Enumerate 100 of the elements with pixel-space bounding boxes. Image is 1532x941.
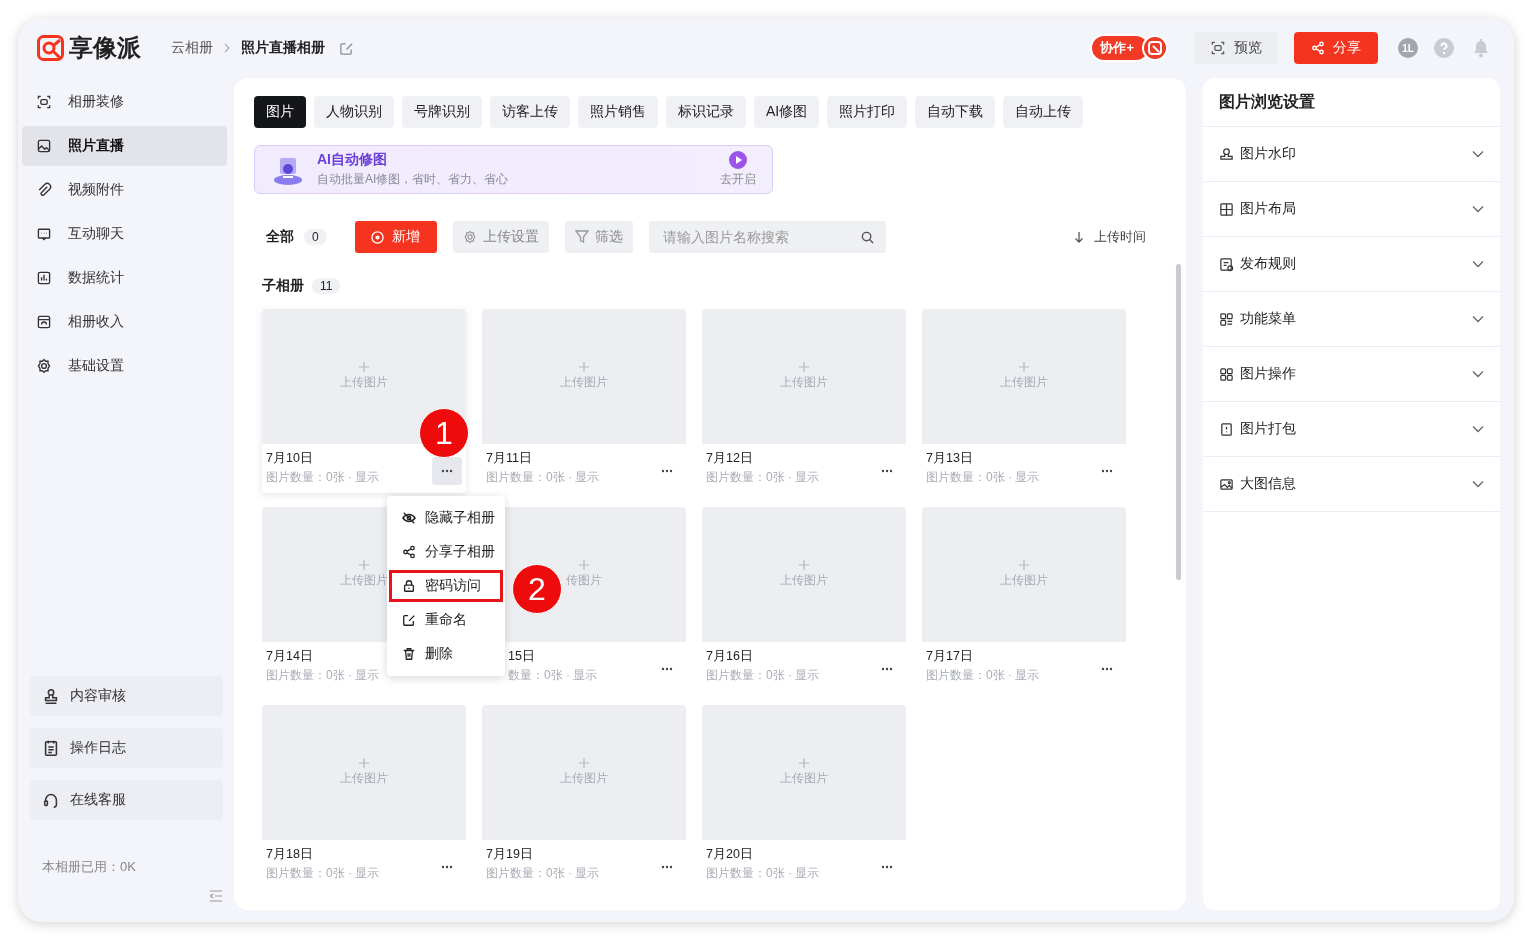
step-badge: 1 bbox=[419, 408, 469, 458]
tab[interactable]: 自动上传 bbox=[1003, 96, 1084, 128]
add-button[interactable]: 新增 bbox=[354, 221, 437, 253]
stamp-icon bbox=[42, 687, 60, 705]
chevron-icon bbox=[1472, 260, 1484, 268]
plus-icon[interactable] bbox=[799, 758, 809, 768]
headset-icon bbox=[42, 791, 60, 809]
plus-icon[interactable] bbox=[359, 560, 369, 570]
ellipsis-icon bbox=[661, 469, 673, 473]
album-date: 7月18日 bbox=[266, 846, 313, 863]
settings-row[interactable]: 功能菜单 bbox=[1203, 292, 1500, 347]
plus-icon[interactable] bbox=[1019, 560, 1029, 570]
sidebar-item[interactable]: 基础设置 bbox=[22, 346, 227, 386]
share-button[interactable]: 分享 bbox=[1294, 32, 1378, 64]
play-icon[interactable] bbox=[729, 151, 747, 169]
arrow-down-icon bbox=[1074, 231, 1084, 243]
album-meta: 图片数量：0张 · 显示 bbox=[706, 865, 820, 882]
album-date: 7月19日 bbox=[486, 846, 533, 863]
ellipsis-icon bbox=[661, 865, 673, 869]
filter-icon bbox=[574, 230, 589, 244]
grid-icon bbox=[1219, 366, 1234, 382]
settings-icon bbox=[36, 358, 52, 374]
search-icon[interactable] bbox=[860, 231, 874, 244]
plus-icon[interactable] bbox=[1019, 362, 1029, 372]
eye-off-icon bbox=[402, 511, 416, 525]
sidebar-item[interactable]: 视频附件 bbox=[22, 170, 227, 210]
avatar-icon[interactable] bbox=[1142, 35, 1168, 61]
breadcrumb-link[interactable]: 云相册 bbox=[171, 39, 213, 57]
settings-row[interactable]: 大图信息 bbox=[1203, 457, 1500, 512]
tab[interactable]: AI修图 bbox=[754, 96, 820, 128]
tab[interactable]: 访客上传 bbox=[490, 96, 570, 128]
album-meta: 图片数量：0张 · 显示 bbox=[266, 865, 380, 882]
sort-button[interactable]: 上传时间 bbox=[1068, 227, 1152, 247]
breadcrumb-link[interactable]: 照片直播相册 bbox=[241, 39, 325, 57]
plus-icon[interactable] bbox=[359, 362, 369, 372]
settings-row[interactable]: 图片水印 bbox=[1203, 127, 1500, 182]
edit-icon[interactable] bbox=[339, 40, 354, 56]
menu-item[interactable]: 密码访问 bbox=[389, 570, 503, 602]
scrollbar[interactable] bbox=[1176, 264, 1181, 580]
menu-item[interactable]: 隐藏子相册 bbox=[389, 502, 503, 534]
album-date: 7月16日 bbox=[706, 648, 753, 665]
scan-icon bbox=[1210, 40, 1226, 56]
settings-row[interactable]: 发布规则 bbox=[1203, 237, 1500, 292]
tab[interactable]: 号牌识别 bbox=[402, 96, 482, 128]
settings-row[interactable]: 图片打包 bbox=[1203, 402, 1500, 457]
lock-icon bbox=[402, 579, 416, 593]
tab[interactable]: 照片打印 bbox=[827, 96, 908, 128]
ellipsis-icon bbox=[1101, 469, 1113, 473]
album-meta: 图片数量：0张 · 显示 bbox=[926, 469, 1040, 486]
menu-item[interactable]: 重命名 bbox=[389, 604, 503, 636]
collapse-icon[interactable] bbox=[209, 890, 223, 902]
all-label: 全部 bbox=[266, 228, 294, 246]
sidebar-item[interactable]: 照片直播 bbox=[22, 126, 227, 166]
settings-row[interactable]: 图片布局 bbox=[1203, 182, 1500, 237]
preview-button[interactable]: 预览 bbox=[1194, 32, 1278, 64]
album-date: 15日 bbox=[508, 648, 535, 665]
plus-icon[interactable] bbox=[799, 362, 809, 372]
count-badge: 0 bbox=[304, 229, 327, 245]
banner-subtitle: 自动批量AI修图，省时、省力、省心 bbox=[317, 171, 509, 188]
promo-banner[interactable]: AI自动修图 自动批量AI修图，省时、省力、省心 去开启 bbox=[254, 145, 773, 194]
search-field[interactable]: 请输入图片名称搜索 bbox=[648, 221, 886, 253]
plus-icon[interactable] bbox=[359, 758, 369, 768]
chevron-icon bbox=[1472, 315, 1484, 323]
sidebar-item[interactable]: 相册收入 bbox=[22, 302, 227, 342]
tab[interactable]: 照片销售 bbox=[578, 96, 658, 128]
share-icon bbox=[402, 545, 416, 559]
sidebar-item[interactable]: 相册装修 bbox=[22, 82, 227, 122]
storage-usage: 本相册已用：0K bbox=[41, 858, 137, 876]
sidebar-button[interactable]: 在线客服 bbox=[30, 780, 223, 820]
plus-icon[interactable] bbox=[579, 758, 589, 768]
album-date: 7月12日 bbox=[706, 450, 753, 467]
wallet-icon bbox=[36, 314, 52, 330]
ellipsis-icon bbox=[1101, 667, 1113, 671]
grid-icon bbox=[1219, 311, 1234, 327]
settings-row[interactable]: 图片操作 bbox=[1203, 347, 1500, 402]
album-meta: 图片数量：0张 · 显示 bbox=[266, 667, 380, 684]
tab[interactable]: 自动下载 bbox=[915, 96, 996, 128]
tab[interactable]: 人物识别 bbox=[314, 96, 394, 128]
chevron-icon bbox=[1472, 480, 1484, 488]
plus-icon[interactable] bbox=[799, 560, 809, 570]
more-button[interactable] bbox=[432, 457, 462, 485]
tab[interactable]: 图片 bbox=[254, 96, 306, 128]
ellipsis-icon bbox=[441, 469, 453, 473]
plus-icon[interactable] bbox=[579, 362, 589, 372]
album-meta: 图片数量：0张 · 显示 bbox=[926, 667, 1040, 684]
count-badge: 11 bbox=[312, 278, 341, 294]
menu-item[interactable]: 分享子相册 bbox=[389, 536, 503, 568]
chart-icon bbox=[36, 270, 52, 286]
edit-icon bbox=[402, 613, 416, 627]
sidebar-item[interactable]: 数据统计 bbox=[22, 258, 227, 298]
paperclip-icon bbox=[36, 182, 52, 198]
help-icon[interactable] bbox=[1434, 38, 1454, 58]
tab[interactable]: 标识记录 bbox=[666, 96, 746, 128]
menu-item[interactable]: 删除 bbox=[389, 638, 503, 670]
sidebar-button[interactable]: 内容审核 bbox=[30, 676, 223, 716]
sidebar-item[interactable]: 互动聊天 bbox=[22, 214, 227, 254]
sidebar-button[interactable]: 操作日志 bbox=[30, 728, 223, 768]
trash-icon bbox=[402, 647, 416, 661]
picture-icon bbox=[1219, 476, 1234, 492]
plus-icon[interactable] bbox=[579, 560, 589, 570]
